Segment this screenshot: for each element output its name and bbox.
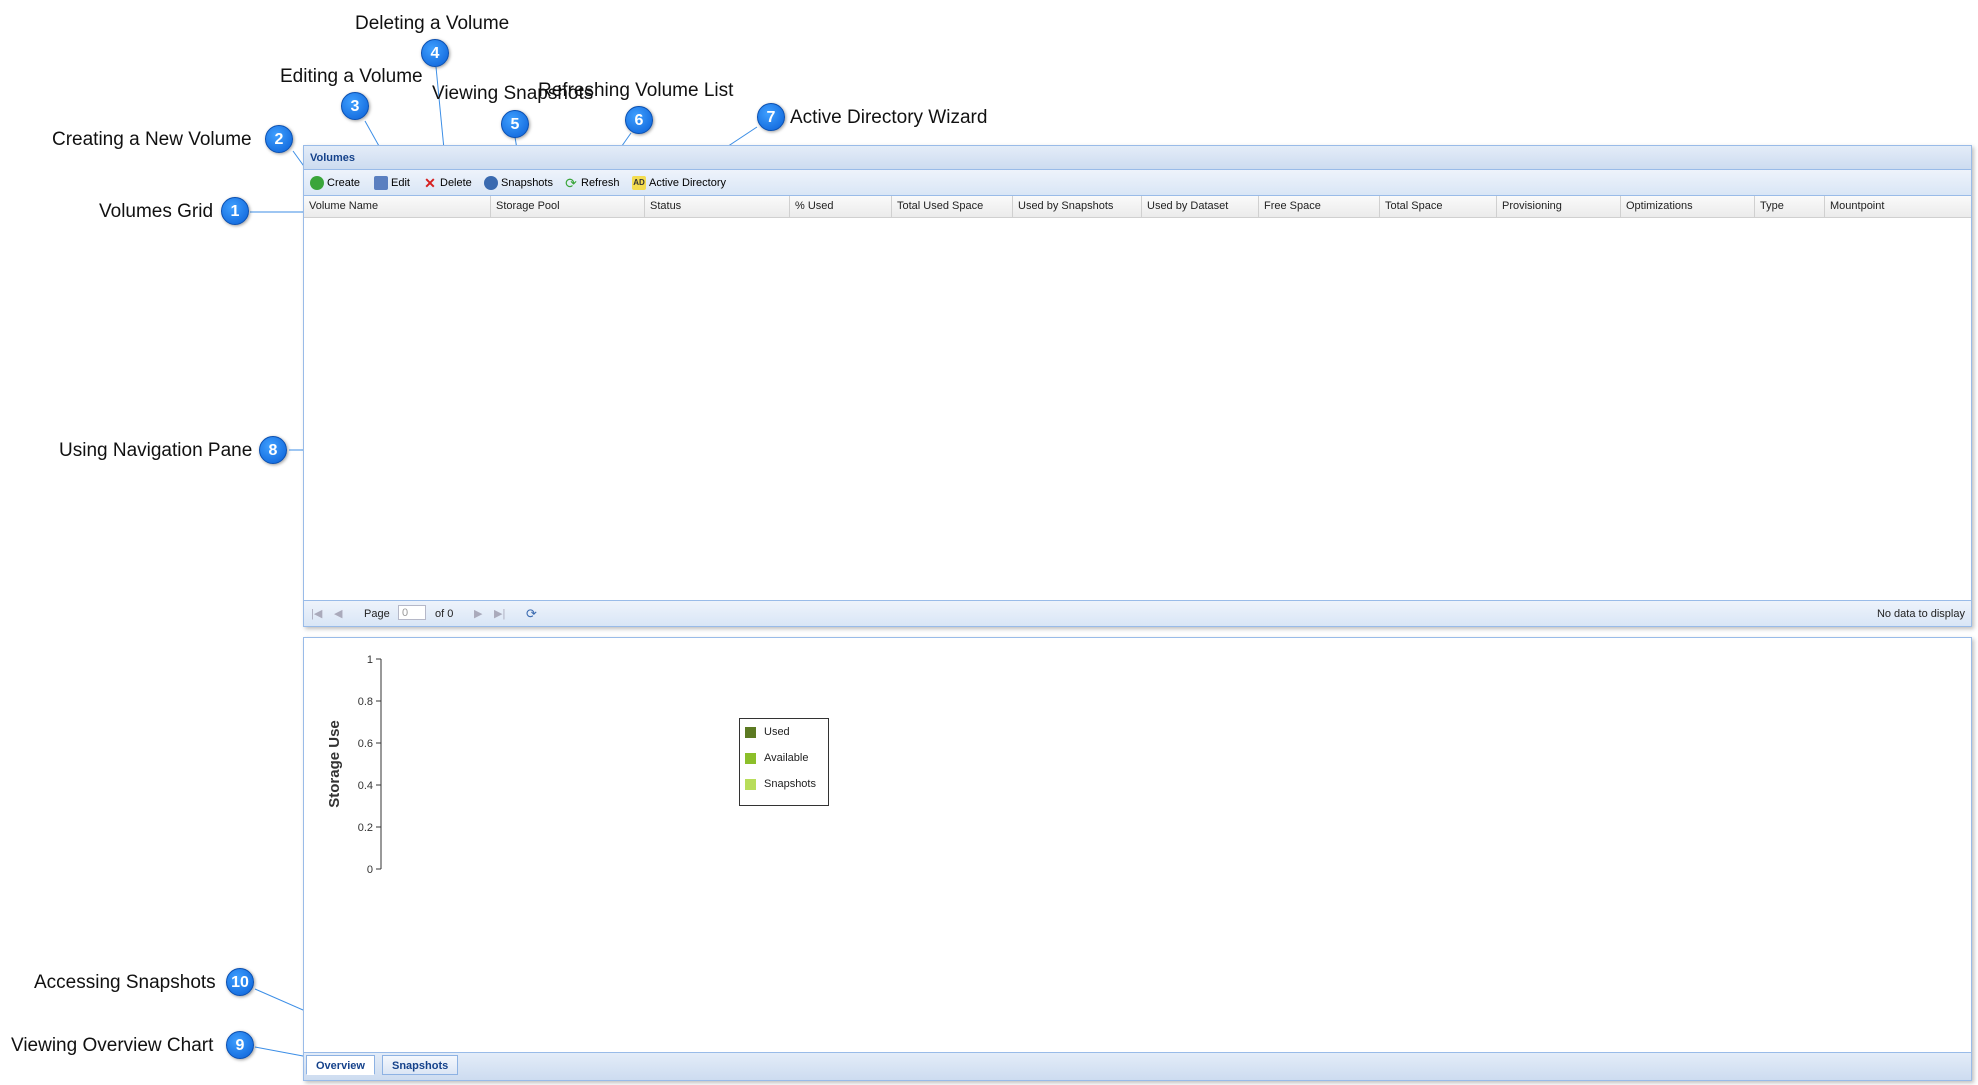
legend-swatch-used: [745, 726, 756, 738]
paging-status: No data to display: [1876, 608, 1965, 620]
tab-overview[interactable]: Overview: [306, 1055, 375, 1075]
column-header-storage-pool[interactable]: Storage Pool: [491, 196, 645, 217]
volumes-toolbar: Create Edit ✕ Delete Snapshots ⟳ Refresh A…: [304, 170, 1971, 196]
snapshots-button[interactable]: Snapshots: [484, 175, 553, 191]
callout-label-10: Accessing Snapshots: [34, 972, 216, 993]
tab-snapshots[interactable]: Snapshots: [382, 1055, 459, 1075]
active-directory-icon: AD: [632, 176, 646, 191]
callout-badge-6: 6: [625, 106, 653, 134]
y-tick-label: 1: [367, 654, 373, 666]
callout-label-2: Creating a New Volume: [52, 129, 252, 150]
column-header-free-space[interactable]: Free Space: [1259, 196, 1380, 217]
add-icon: [310, 176, 324, 191]
tab-bar: Overview Snapshots: [304, 1052, 1971, 1080]
callout-badge-7: 7: [757, 103, 785, 131]
column-header-mountpoint[interactable]: Mountpoint: [1825, 196, 1971, 217]
snapshots-icon: [484, 176, 498, 191]
volumes-grid-body: [304, 218, 1971, 600]
callout-label-1: Volumes Grid: [99, 201, 214, 222]
column-header-used-by-snapshots[interactable]: Used by Snapshots: [1013, 196, 1142, 217]
callout-badge-5: 5: [501, 110, 529, 138]
edit-button[interactable]: Edit: [374, 175, 410, 191]
grid-header: Volume Name Storage Pool Status % Used T…: [304, 196, 1971, 218]
previous-page-icon[interactable]: ◀: [334, 606, 342, 622]
y-tick-label: 0: [367, 864, 373, 876]
column-header-volume-name[interactable]: Volume Name: [304, 196, 491, 217]
callout-label-4: Deleting a Volume: [355, 13, 510, 34]
edit-icon: [374, 176, 388, 191]
volumes-panel: Volumes Create Edit ✕ Delete Snapshots ⟳ R…: [303, 145, 1972, 627]
column-header-percent-used[interactable]: % Used: [790, 196, 892, 217]
storage-use-chart: Storage Use 0 0.2 0.4 0.6 0.8 1: [326, 654, 382, 876]
legend-item-used: Used: [745, 725, 790, 739]
chart-legend: Used Available Snapshots: [739, 718, 829, 806]
column-header-provisioning[interactable]: Provisioning: [1497, 196, 1621, 217]
column-header-optimizations[interactable]: Optimizations: [1621, 196, 1755, 217]
delete-button[interactable]: ✕ Delete: [423, 175, 472, 191]
callout-badge-1: 1: [221, 197, 249, 225]
y-axis-label: Storage Use: [326, 720, 343, 808]
callout-badge-3: 3: [341, 92, 369, 120]
y-tick-label: 0.2: [358, 822, 373, 834]
legend-swatch-snapshots: [745, 778, 756, 790]
column-header-total-used-space[interactable]: Total Used Space: [892, 196, 1013, 217]
refresh-icon[interactable]: ⟳: [526, 606, 537, 622]
column-header-total-space[interactable]: Total Space: [1380, 196, 1497, 217]
callout-badge-4: 4: [421, 39, 449, 67]
active-directory-button[interactable]: AD Active Directory: [632, 175, 726, 191]
callout-badge-8: 8: [259, 436, 287, 464]
column-header-status[interactable]: Status: [645, 196, 790, 217]
callout-label-9: Viewing Overview Chart: [11, 1035, 214, 1056]
legend-swatch-available: [745, 752, 756, 764]
last-page-icon[interactable]: ▶|: [494, 606, 505, 622]
page-number-input[interactable]: [398, 605, 426, 620]
panel-title: Volumes: [304, 146, 1971, 170]
column-header-type[interactable]: Type: [1755, 196, 1825, 217]
callout-badge-2: 2: [265, 125, 293, 153]
y-tick-label: 0.8: [358, 696, 373, 708]
paging-toolbar: |◀ ◀ Page of 0 ▶ ▶| ⟳ No data to display: [304, 600, 1971, 626]
first-page-icon[interactable]: |◀: [311, 606, 322, 622]
callout-badge-10: 10: [226, 968, 254, 996]
callout-label-7: Active Directory Wizard: [790, 107, 988, 128]
next-page-icon[interactable]: ▶: [474, 606, 482, 622]
overview-panel: Storage Use 0 0.2 0.4 0.6 0.8 1 Used Availabl…: [303, 637, 1972, 1081]
legend-item-snapshots: Snapshots: [745, 777, 816, 791]
callout-badge-9: 9: [226, 1031, 254, 1059]
callout-label-6: Refreshing Volume List: [538, 80, 734, 101]
refresh-icon: ⟳: [565, 175, 577, 192]
create-button[interactable]: Create: [310, 175, 360, 191]
callout-label-3: Editing a Volume: [280, 66, 423, 87]
y-tick-label: 0.4: [358, 780, 373, 792]
delete-icon: ✕: [424, 175, 436, 192]
callout-label-8: Using Navigation Pane: [59, 440, 253, 461]
page-count-label: of 0: [435, 608, 454, 620]
page-label: Page: [364, 608, 390, 620]
column-header-used-by-dataset[interactable]: Used by Dataset: [1142, 196, 1259, 217]
legend-item-available: Available: [745, 751, 808, 765]
refresh-button[interactable]: ⟳ Refresh: [564, 175, 619, 192]
y-tick-label: 0.6: [358, 738, 373, 750]
